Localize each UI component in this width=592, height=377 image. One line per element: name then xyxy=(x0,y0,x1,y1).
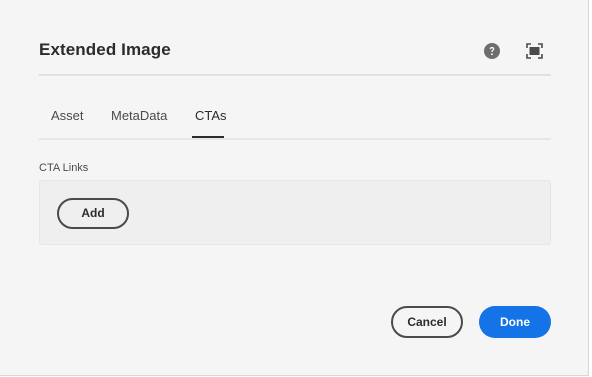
tabs-divider xyxy=(39,138,551,140)
cta-links-multifield: Add xyxy=(39,180,551,245)
header-divider xyxy=(39,74,551,76)
tab-list: Asset MetaData CTAs xyxy=(39,98,551,140)
selected-tab-indicator xyxy=(192,136,224,138)
tab-asset[interactable]: Asset xyxy=(51,108,84,123)
tab-metadata[interactable]: MetaData xyxy=(111,108,167,123)
extended-image-dialog: Extended Image Asset MetaData CTAs CTA L… xyxy=(0,0,589,376)
done-button[interactable]: Done xyxy=(479,306,551,338)
help-circle-icon[interactable] xyxy=(484,43,500,59)
tab-ctas[interactable]: CTAs xyxy=(195,108,227,123)
add-button[interactable]: Add xyxy=(57,198,129,229)
cancel-button[interactable]: Cancel xyxy=(391,306,463,338)
dialog-title: Extended Image xyxy=(39,40,171,59)
fullscreen-icon[interactable] xyxy=(526,43,543,59)
cta-links-label: CTA Links xyxy=(39,162,89,174)
